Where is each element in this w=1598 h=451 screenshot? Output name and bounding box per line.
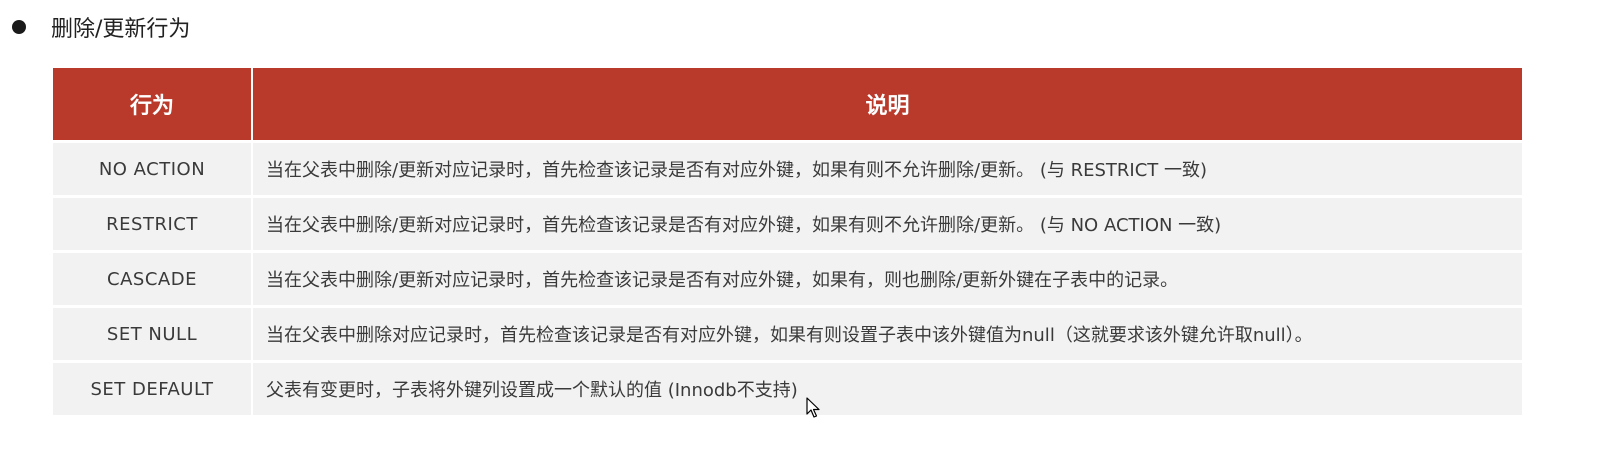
behavior-table: 行为 说明 NO ACTION 当在父表中删除/更新对应记录时，首先检查该记录是… xyxy=(53,68,1522,415)
header-description: 说明 xyxy=(865,94,910,119)
description-cell: 当在父表中删除/更新对应记录时，首先检查该记录是否有对应外键，如果有则不允许删除… xyxy=(253,143,1522,195)
description-cell: 当在父表中删除对应记录时，首先检查该记录是否有对应外键，如果有则设置子表中该外键… xyxy=(253,308,1522,360)
table-row: NO ACTION 当在父表中删除/更新对应记录时，首先检查该记录是否有对应外键… xyxy=(53,143,1522,195)
header-action: 行为 xyxy=(53,68,253,140)
section-title: 删除/更新行为 xyxy=(51,17,191,42)
action-cell: SET NULL xyxy=(53,308,251,360)
action-cell: CASCADE xyxy=(53,253,251,305)
description-cell: 当在父表中删除/更新对应记录时，首先检查该记录是否有对应外键，如果有，则也删除/… xyxy=(253,253,1522,305)
table-row: CASCADE 当在父表中删除/更新对应记录时，首先检查该记录是否有对应外键，如… xyxy=(53,253,1522,305)
bullet-icon xyxy=(12,20,26,34)
action-cell: RESTRICT xyxy=(53,198,251,250)
table-row: SET NULL 当在父表中删除对应记录时，首先检查该记录是否有对应外键，如果有… xyxy=(53,308,1522,360)
section-heading: 删除/更新行为 xyxy=(12,10,190,44)
description-cell: 当在父表中删除/更新对应记录时，首先检查该记录是否有对应外键，如果有则不允许删除… xyxy=(253,198,1522,250)
table-row: RESTRICT 当在父表中删除/更新对应记录时，首先检查该记录是否有对应外键，… xyxy=(53,198,1522,250)
description-cell: 父表有变更时，子表将外键列设置成一个默认的值 (Innodb不支持) xyxy=(253,363,1522,415)
mouse-pointer-icon xyxy=(806,397,820,418)
table-row: SET DEFAULT 父表有变更时，子表将外键列设置成一个默认的值 (Inno… xyxy=(53,363,1522,415)
table-header-row: 行为 说明 xyxy=(53,68,1522,140)
action-cell: SET DEFAULT xyxy=(53,363,251,415)
action-cell: NO ACTION xyxy=(53,143,251,195)
